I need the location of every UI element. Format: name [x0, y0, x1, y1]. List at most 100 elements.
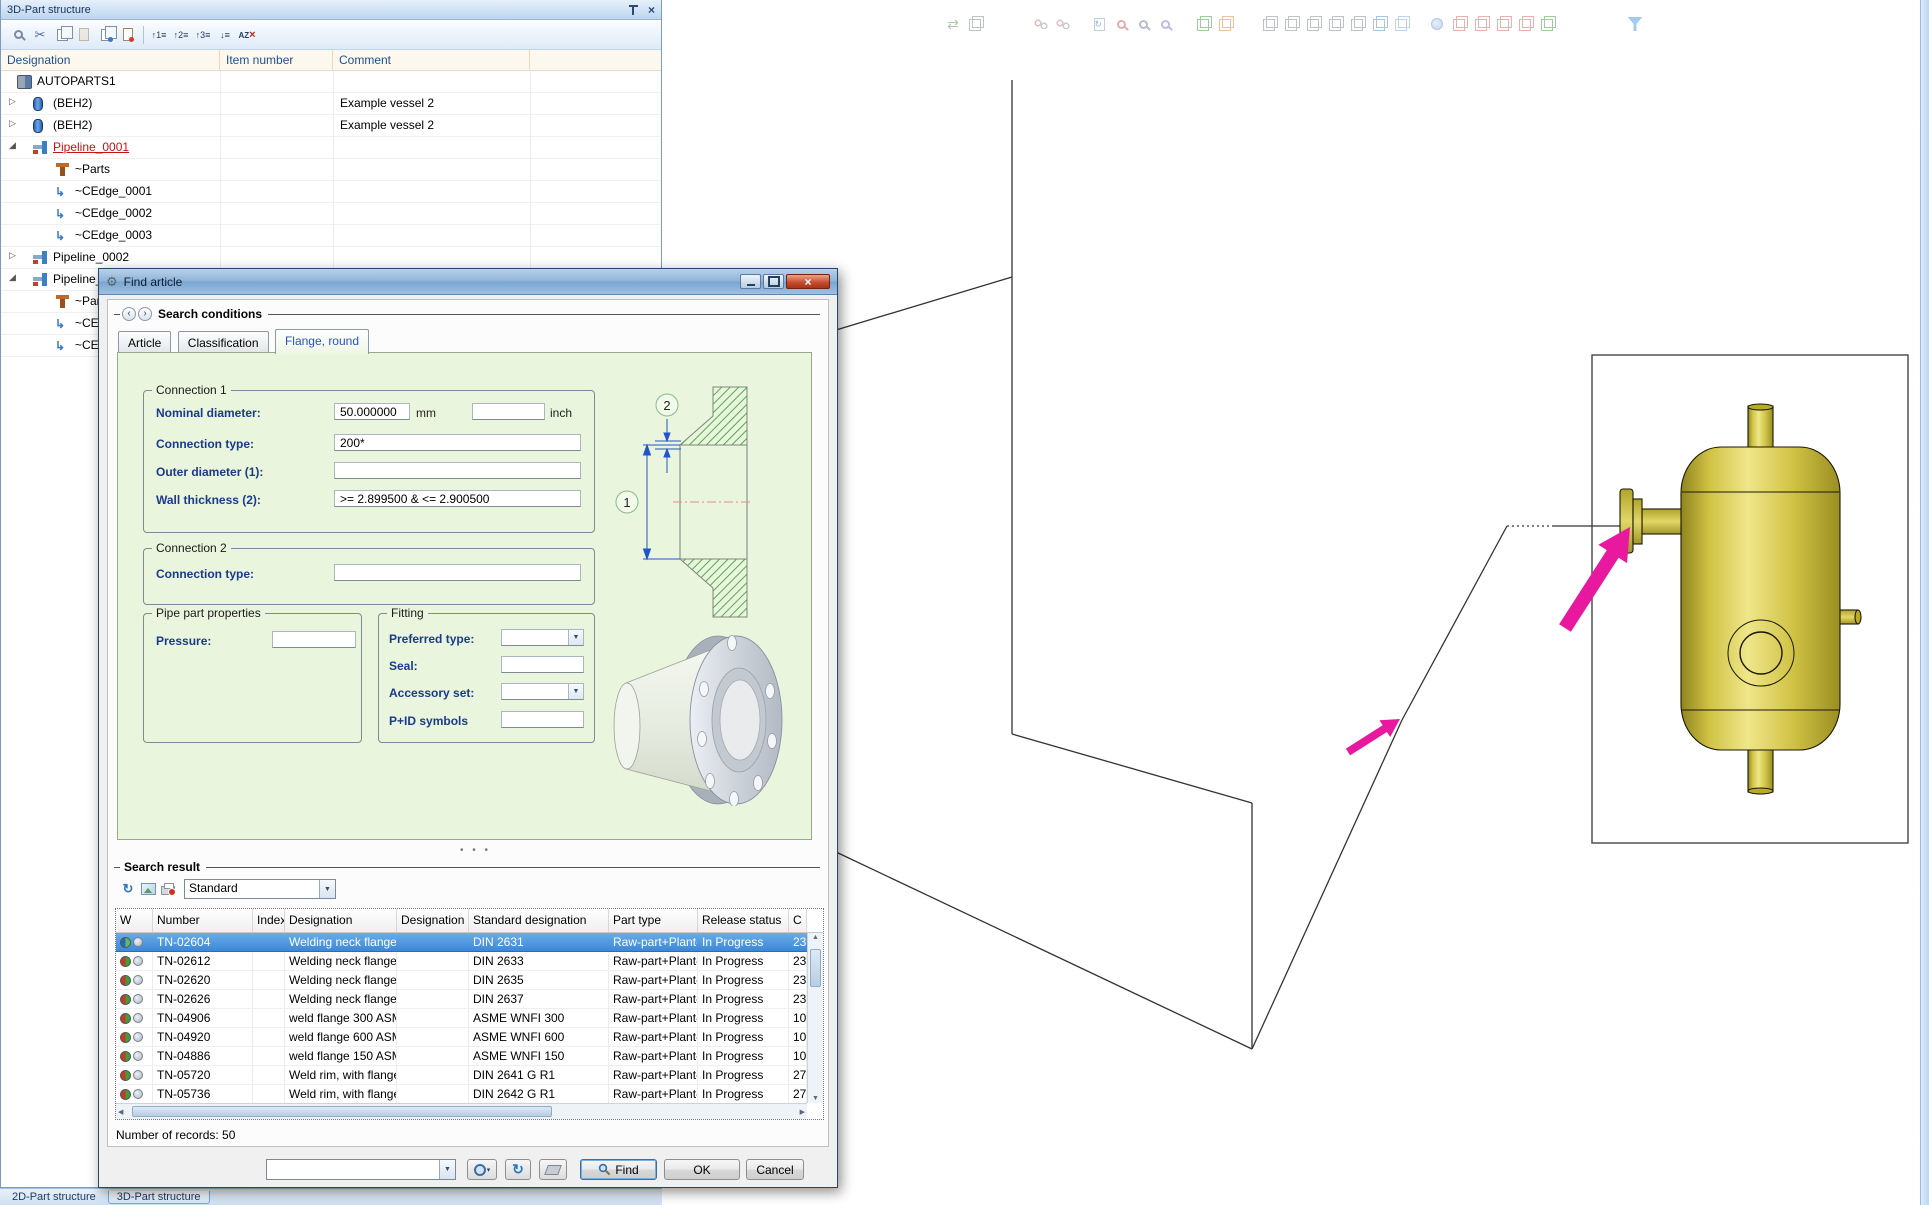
saved-search-combo[interactable]: ▼: [266, 1159, 456, 1180]
next-condition-button[interactable]: ›: [138, 307, 152, 321]
tree-item-label[interactable]: ~CEdge_0001: [75, 184, 152, 198]
window-tab-3d-part-structure[interactable]: 3D-Part structure: [108, 1191, 210, 1204]
column-header-comment[interactable]: Comment: [333, 50, 530, 70]
pressure-field[interactable]: [272, 631, 356, 648]
tree-row[interactable]: ▷ Pipeline_0002: [1, 247, 661, 269]
find-button[interactable]: Find: [580, 1159, 657, 1180]
column-header-item-number[interactable]: Item number: [220, 50, 333, 70]
tree-item-label[interactable]: (BEH2): [53, 118, 92, 132]
result-view-icon[interactable]: [138, 879, 158, 899]
tree-row[interactable]: ◢ Pipeline_0001: [1, 137, 661, 159]
close-button[interactable]: ×: [786, 274, 830, 289]
tree-item-label[interactable]: ~Parts: [75, 162, 110, 176]
table-row[interactable]: TN-04886weld flange 150 ASMEASME WNFI 15…: [116, 1047, 807, 1066]
expand-level-1-icon[interactable]: ↑1≡: [148, 24, 170, 46]
window-tab-2d-part-structure[interactable]: 2D-Part structure: [4, 1191, 104, 1203]
table-row[interactable]: TN-02626Welding neck flangeDIN 2637Raw-p…: [116, 990, 807, 1009]
seal-field[interactable]: [501, 656, 584, 673]
remove-sorting-icon[interactable]: AZ×: [236, 24, 258, 46]
panel-splitter[interactable]: • • •: [460, 845, 491, 856]
refresh-results-icon[interactable]: [118, 879, 138, 899]
chevron-down-icon[interactable]: ▼: [568, 630, 583, 645]
column-header-W-0[interactable]: W: [116, 909, 153, 932]
tree-item-label[interactable]: AUTOPARTS1: [37, 74, 116, 88]
collapsed-expander-icon[interactable]: ▷: [9, 96, 21, 107]
table-row[interactable]: TN-04920weld flange 600 ASMEASME WNFI 60…: [116, 1028, 807, 1047]
table-row[interactable]: TN-04906weld flange 300 ASMEASME WNFI 30…: [116, 1009, 807, 1028]
tree-row[interactable]: ~CEdge_0002: [1, 203, 661, 225]
refresh-button[interactable]: [505, 1159, 531, 1180]
collapsed-expander-icon[interactable]: ▷: [9, 118, 21, 129]
connection-type-field[interactable]: 200*: [334, 434, 581, 451]
column-header-C-8[interactable]: C: [789, 909, 807, 932]
table-row[interactable]: TN-02620Welding neck flangeDIN 2635Raw-p…: [116, 971, 807, 990]
horizontal-scrollbar[interactable]: ◀ ▶: [116, 1103, 807, 1119]
settings-gear-icon[interactable]: [258, 24, 280, 46]
search-icon[interactable]: [7, 24, 29, 46]
chevron-down-icon[interactable]: ▼: [568, 684, 583, 699]
expanded-expander-icon[interactable]: ◢: [9, 272, 21, 283]
paste-with-reference-icon[interactable]: [117, 24, 139, 46]
pid-symbols-field[interactable]: [501, 711, 584, 728]
drawing-canvas[interactable]: ⇄: [662, 0, 1929, 1205]
tree-row[interactable]: ~CEdge_0003: [1, 225, 661, 247]
column-header-Part type-6[interactable]: Part type: [609, 909, 698, 932]
nominal-diameter-inch-field[interactable]: [472, 403, 545, 420]
chevron-down-icon[interactable]: ▼: [319, 880, 335, 898]
column-header-designation[interactable]: Designation: [1, 50, 220, 70]
print-icon[interactable]: [158, 879, 178, 899]
collapsed-expander-icon[interactable]: ▷: [9, 250, 21, 261]
table-row[interactable]: TN-05736Weld rim, with flangeDIN 2642 G …: [116, 1085, 807, 1103]
tree-item-label[interactable]: ~CEdge_0003: [75, 228, 152, 242]
vertical-scrollbar[interactable]: ▲ ▼: [807, 933, 823, 1103]
paste-icon[interactable]: [73, 24, 95, 46]
minimize-button[interactable]: [740, 274, 761, 289]
expand-all-levels-icon[interactable]: ↓≡: [214, 24, 236, 46]
cancel-button[interactable]: Cancel: [746, 1159, 804, 1180]
pin-icon[interactable]: [629, 5, 638, 15]
wall-thickness-field[interactable]: >= 2.899500 & <= 2.900500: [334, 490, 581, 507]
item-number-cell: [220, 115, 333, 137]
column-header-Designation-4[interactable]: Designation: [397, 909, 469, 932]
dialog-titlebar[interactable]: ⚙ Find article ×: [99, 269, 837, 295]
copy-icon[interactable]: [51, 24, 73, 46]
accessory-set-dropdown[interactable]: ▼: [501, 683, 584, 700]
tree-row[interactable]: AUTOPARTS1: [1, 71, 661, 93]
column-header-Release status-7[interactable]: Release status: [698, 909, 789, 932]
tab-classification[interactable]: Classification: [178, 331, 269, 353]
clear-button[interactable]: [539, 1159, 567, 1180]
copy-with-reference-icon[interactable]: [95, 24, 117, 46]
outer-diameter-field[interactable]: [334, 462, 581, 479]
tree-row[interactable]: ▷(BEH2)Example vessel 2: [1, 93, 661, 115]
maximize-button[interactable]: [763, 274, 784, 289]
panel-close-icon[interactable]: ×: [648, 4, 655, 16]
table-row[interactable]: TN-05720Weld rim, with flangeDIN 2641 G …: [116, 1066, 807, 1085]
chevron-down-icon[interactable]: ▼: [439, 1160, 455, 1179]
expand-level-3-icon[interactable]: ↑3≡: [192, 24, 214, 46]
column-header-Index-2[interactable]: Index: [253, 909, 285, 932]
expand-level-2-icon[interactable]: ↑2≡: [170, 24, 192, 46]
tree-item-label[interactable]: ~CEdge_0002: [75, 206, 152, 220]
search-settings-button[interactable]: [467, 1159, 497, 1180]
tree-item-label[interactable]: (BEH2): [53, 96, 92, 110]
table-row[interactable]: TN-02612Welding neck flangeDIN 2633Raw-p…: [116, 952, 807, 971]
expanded-expander-icon[interactable]: ◢: [9, 140, 21, 151]
tab-flange-round[interactable]: Flange, round: [275, 329, 369, 354]
tree-row[interactable]: ▷(BEH2)Example vessel 2: [1, 115, 661, 137]
column-header-Designation-3[interactable]: Designation: [285, 909, 397, 932]
preferred-type-dropdown[interactable]: ▼: [501, 629, 584, 646]
connection2-type-field[interactable]: [334, 564, 581, 581]
nominal-diameter-mm-field[interactable]: 50.000000: [334, 403, 410, 420]
cut-icon[interactable]: [29, 24, 51, 46]
ok-button[interactable]: OK: [664, 1159, 740, 1180]
table-row[interactable]: TN-02604Welding neck flangeDIN 2631Raw-p…: [116, 933, 807, 952]
tab-article[interactable]: Article: [118, 331, 171, 353]
column-header-Standard designation-5[interactable]: Standard designation: [469, 909, 609, 932]
previous-condition-button[interactable]: ‹: [122, 307, 136, 321]
tree-item-label[interactable]: Pipeline_0002: [53, 250, 129, 264]
tree-row[interactable]: ~Parts: [1, 159, 661, 181]
column-header-Number-1[interactable]: Number: [153, 909, 253, 932]
result-filter-combo[interactable]: Standard ▼: [184, 879, 336, 899]
tree-row[interactable]: ~CEdge_0001: [1, 181, 661, 203]
tree-item-label[interactable]: Pipeline_0001: [53, 140, 129, 154]
